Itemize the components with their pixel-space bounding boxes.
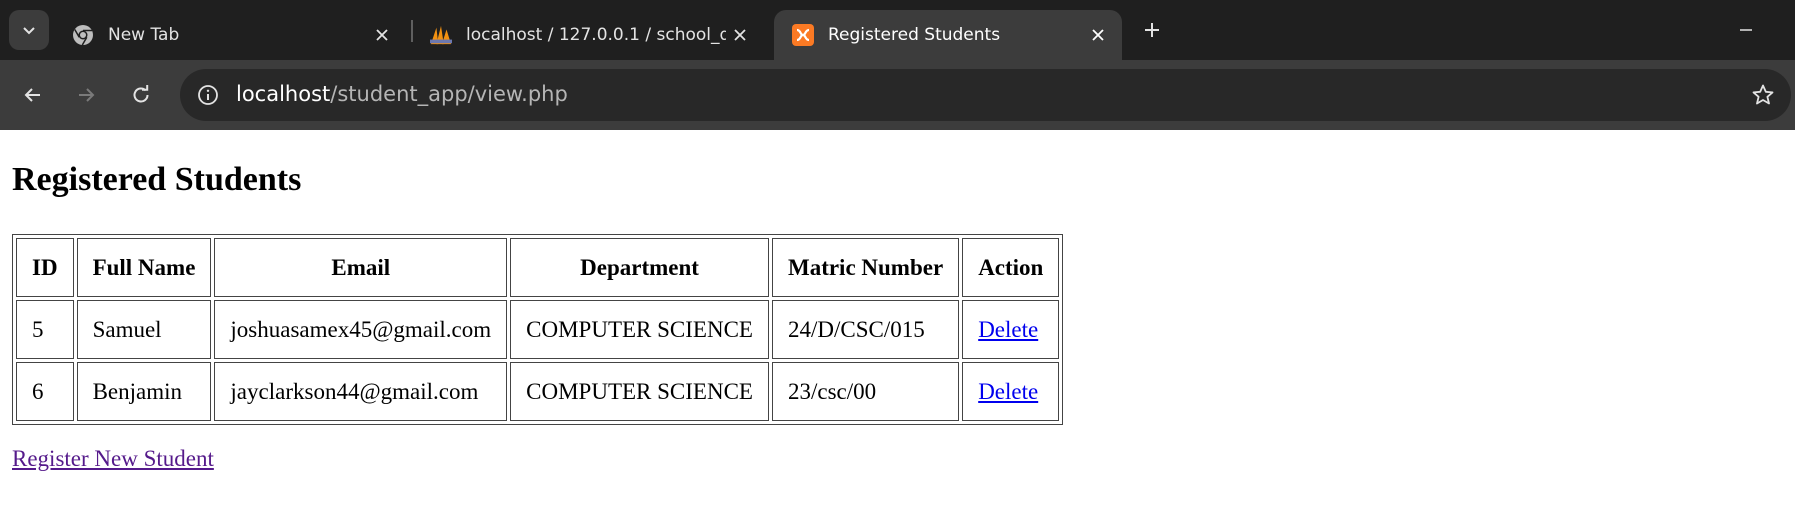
cell-email: joshuasamex45@gmail.com (214, 300, 508, 359)
cell-action: Delete (962, 362, 1060, 421)
cell-matric-number: 24/D/CSC/015 (771, 300, 960, 359)
cell-action: Delete (962, 300, 1060, 359)
column-header-id: ID (16, 238, 74, 297)
chevron-down-icon (23, 27, 35, 35)
tab-title: New Tab (108, 25, 180, 45)
browser-chrome: New Tab localhost / 127.0.0.1 / school_d… (0, 0, 1795, 130)
minimize-icon (1740, 29, 1752, 31)
new-tab-button[interactable] (1136, 14, 1168, 46)
tab-title: Registered Students (828, 25, 1001, 45)
browser-toolbar: localhost/student_app/view.php (0, 60, 1795, 130)
page-content: Registered Students ID Full Name Email D… (0, 130, 1795, 514)
minimize-button[interactable] (1730, 14, 1762, 46)
arrow-left-icon (24, 88, 40, 102)
table-header-row: ID Full Name Email Department Matric Num… (16, 238, 1060, 297)
tab-strip: New Tab localhost / 127.0.0.1 / school_d… (0, 0, 1795, 60)
register-new-student-link[interactable]: Register New Student (12, 446, 214, 472)
bookmark-star-icon[interactable] (1749, 81, 1777, 109)
column-header-matric-number: Matric Number (771, 238, 960, 297)
tab-phpmyadmin[interactable]: localhost / 127.0.0.1 / school_db (412, 10, 764, 60)
delete-link[interactable]: Delete (978, 317, 1038, 342)
column-header-email: Email (214, 238, 508, 297)
delete-link[interactable]: Delete (978, 379, 1038, 404)
table-row: 5 Samuel joshuasamex45@gmail.com COMPUTE… (16, 300, 1060, 359)
arrow-right-icon (79, 88, 95, 102)
reload-icon (133, 85, 149, 103)
plus-icon (1145, 23, 1159, 37)
tab-title: localhost / 127.0.0.1 / school_db (466, 25, 726, 45)
students-table: ID Full Name Email Department Matric Num… (12, 234, 1064, 425)
tab-registered-students[interactable]: Registered Students (774, 10, 1122, 60)
chrome-icon (72, 24, 94, 46)
url-path: /student_app/view.php (330, 82, 568, 106)
forward-button[interactable] (68, 77, 104, 113)
column-header-department: Department (510, 238, 769, 297)
reload-button[interactable] (123, 77, 159, 113)
back-button[interactable] (15, 77, 51, 113)
url-text[interactable]: localhost/student_app/view.php (236, 82, 568, 106)
url-host: localhost (236, 82, 331, 106)
close-icon[interactable] (1084, 21, 1112, 49)
tab-new-tab[interactable]: New Tab (54, 10, 406, 60)
cell-department: COMPUTER SCIENCE (510, 300, 769, 359)
cell-email: jayclarkson44@gmail.com (214, 362, 508, 421)
page-title: Registered Students (12, 161, 302, 198)
column-header-full-name: Full Name (76, 238, 212, 297)
address-bar[interactable]: localhost/student_app/view.php (180, 69, 1791, 121)
close-icon[interactable] (368, 21, 396, 49)
phpmyadmin-icon (430, 24, 452, 46)
cell-full-name: Samuel (76, 300, 212, 359)
close-icon[interactable] (726, 21, 754, 49)
column-header-action: Action (962, 238, 1060, 297)
tab-search-button[interactable] (9, 10, 49, 50)
cell-matric-number: 23/csc/00 (771, 362, 960, 421)
cell-department: COMPUTER SCIENCE (510, 362, 769, 421)
cell-id: 5 (16, 300, 74, 359)
cell-full-name: Benjamin (76, 362, 212, 421)
site-info-icon[interactable] (194, 81, 222, 109)
table-row: 6 Benjamin jayclarkson44@gmail.com COMPU… (16, 362, 1060, 421)
xampp-icon (792, 24, 814, 46)
cell-id: 6 (16, 362, 74, 421)
